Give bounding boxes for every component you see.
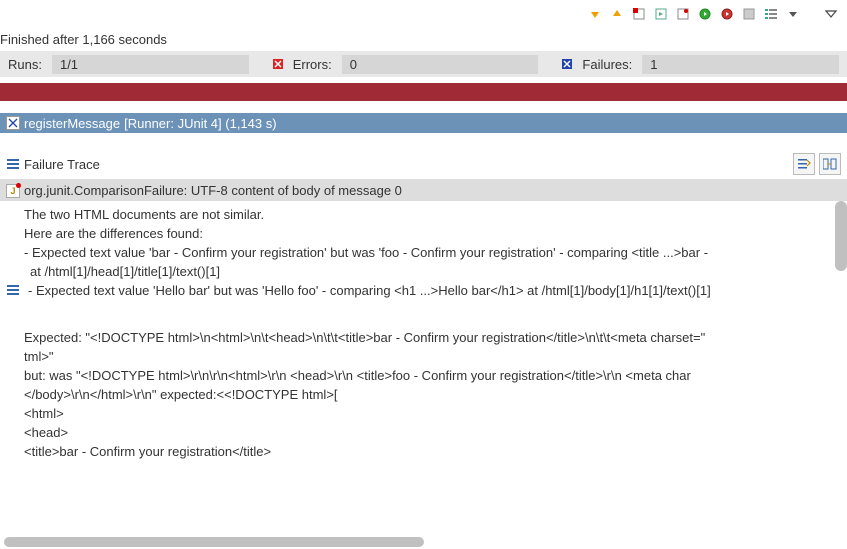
stack-icon: [6, 283, 20, 297]
errors-icon: [273, 59, 283, 69]
trace-line: Expected: "<!DOCTYPE html>\n<html>\n\t<h…: [6, 328, 841, 347]
trace-line: - Expected text value 'Hello bar' but wa…: [6, 281, 841, 300]
failures-icon: [562, 59, 572, 69]
errors-value: 0: [342, 55, 539, 74]
trace-line: Here are the differences found:: [6, 224, 841, 243]
trace-line: </body>\r\n</html>\r\n" expected:<<!DOCT…: [6, 385, 841, 404]
rerun-failed-icon[interactable]: [675, 6, 691, 22]
trace-line: tml>": [6, 347, 841, 366]
arrow-up-icon[interactable]: [609, 6, 625, 22]
runs-value: 1/1: [52, 55, 249, 74]
trace-line: <html>: [6, 404, 841, 423]
dropdown-icon[interactable]: [785, 6, 801, 22]
failure-trace-header: Failure Trace: [0, 149, 847, 180]
horizontal-scrollbar-thumb[interactable]: [4, 537, 424, 547]
trace-line: - Expected text value 'bar - Confirm you…: [6, 243, 841, 262]
runs-label: Runs:: [8, 57, 42, 72]
stats-bar: Runs: 1/1 Errors: 0 Failures: 1: [0, 51, 847, 77]
stop-icon[interactable]: [631, 6, 647, 22]
trace-line: The two HTML documents are not similar.: [6, 205, 841, 224]
trace-exception-row[interactable]: J org.junit.ComparisonFailure: UTF-8 con…: [0, 180, 847, 201]
list-checks-icon[interactable]: [763, 6, 779, 22]
toolbar: [0, 0, 847, 28]
run-green-icon[interactable]: [697, 6, 713, 22]
failure-trace-body[interactable]: The two HTML documents are not similar. …: [0, 201, 847, 537]
failures-label: Failures:: [582, 57, 632, 72]
stack-icon: [6, 157, 20, 171]
filter-stack-button[interactable]: [793, 153, 815, 175]
trace-blank: [6, 300, 841, 328]
rerun-icon[interactable]: [653, 6, 669, 22]
test-result-icon: [6, 116, 20, 130]
failures-value: 1: [642, 55, 839, 74]
compare-button[interactable]: [819, 153, 841, 175]
horizontal-scrollbar-track[interactable]: [0, 537, 847, 549]
junit-badge-icon: J: [6, 184, 20, 198]
view-menu-icon[interactable]: [823, 6, 839, 22]
test-name: registerMessage: [24, 116, 120, 131]
errors-label: Errors:: [293, 57, 332, 72]
progress-bar-failed: [0, 83, 847, 101]
test-item[interactable]: registerMessage [Runner: JUnit 4] (1,143…: [0, 113, 847, 133]
run-red-icon[interactable]: [719, 6, 735, 22]
trace-line: <title>bar - Confirm your registration</…: [6, 442, 841, 461]
trace-line: but: was "<!DOCTYPE html>\r\n\r\n<html>\…: [6, 366, 841, 385]
trace-line: at /html[1]/head[1]/title[1]/text()[1]: [6, 262, 841, 281]
gray-square-icon[interactable]: [741, 6, 757, 22]
trace-exception-text: org.junit.ComparisonFailure: UTF-8 conte…: [24, 183, 402, 198]
test-meta: [Runner: JUnit 4] (1,143 s): [124, 116, 276, 131]
failure-trace-title: Failure Trace: [24, 157, 789, 172]
vertical-scrollbar[interactable]: [835, 201, 847, 271]
finished-status: Finished after 1,166 seconds: [0, 28, 847, 51]
trace-line: <head>: [6, 423, 841, 442]
arrow-down-icon[interactable]: [587, 6, 603, 22]
